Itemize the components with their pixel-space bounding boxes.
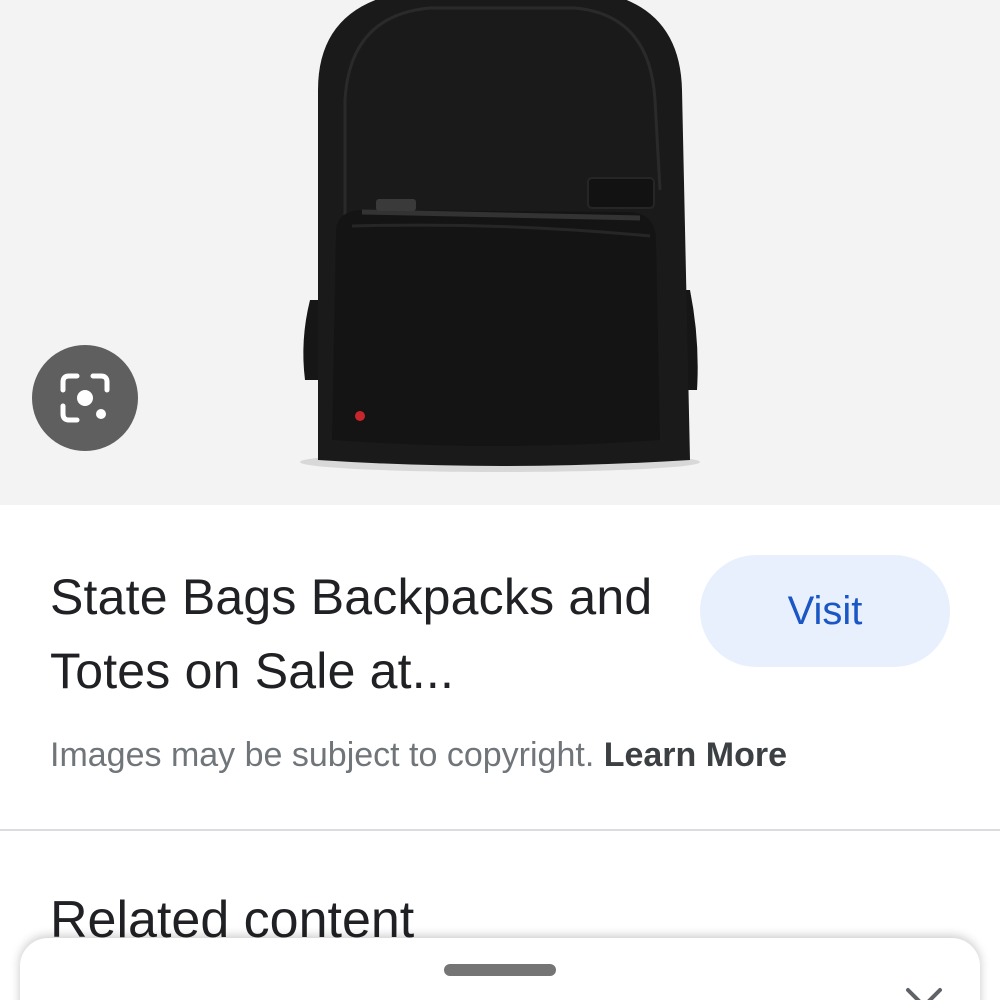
bottom-sheet[interactable]	[20, 938, 980, 1000]
result-title[interactable]: State Bags Backpacks and Totes on Sale a…	[50, 560, 670, 708]
copyright-text: Images may be subject to copyright.	[50, 736, 595, 774]
close-icon[interactable]	[900, 984, 950, 1000]
drag-handle[interactable]	[444, 964, 556, 976]
image-preview[interactable]	[0, 0, 1000, 505]
backpack-image	[300, 0, 700, 472]
learn-more-link[interactable]: Learn More	[604, 736, 787, 774]
copyright-notice: Images may be subject to copyright. Lear…	[50, 733, 970, 777]
lens-search-button[interactable]	[32, 345, 138, 451]
section-divider	[0, 829, 1000, 831]
visit-button[interactable]: Visit	[700, 555, 950, 667]
lens-search-icon	[60, 373, 110, 423]
image-detail-page: State Bags Backpacks and Totes on Sale a…	[0, 0, 1000, 1000]
visit-button-label: Visit	[787, 588, 863, 633]
